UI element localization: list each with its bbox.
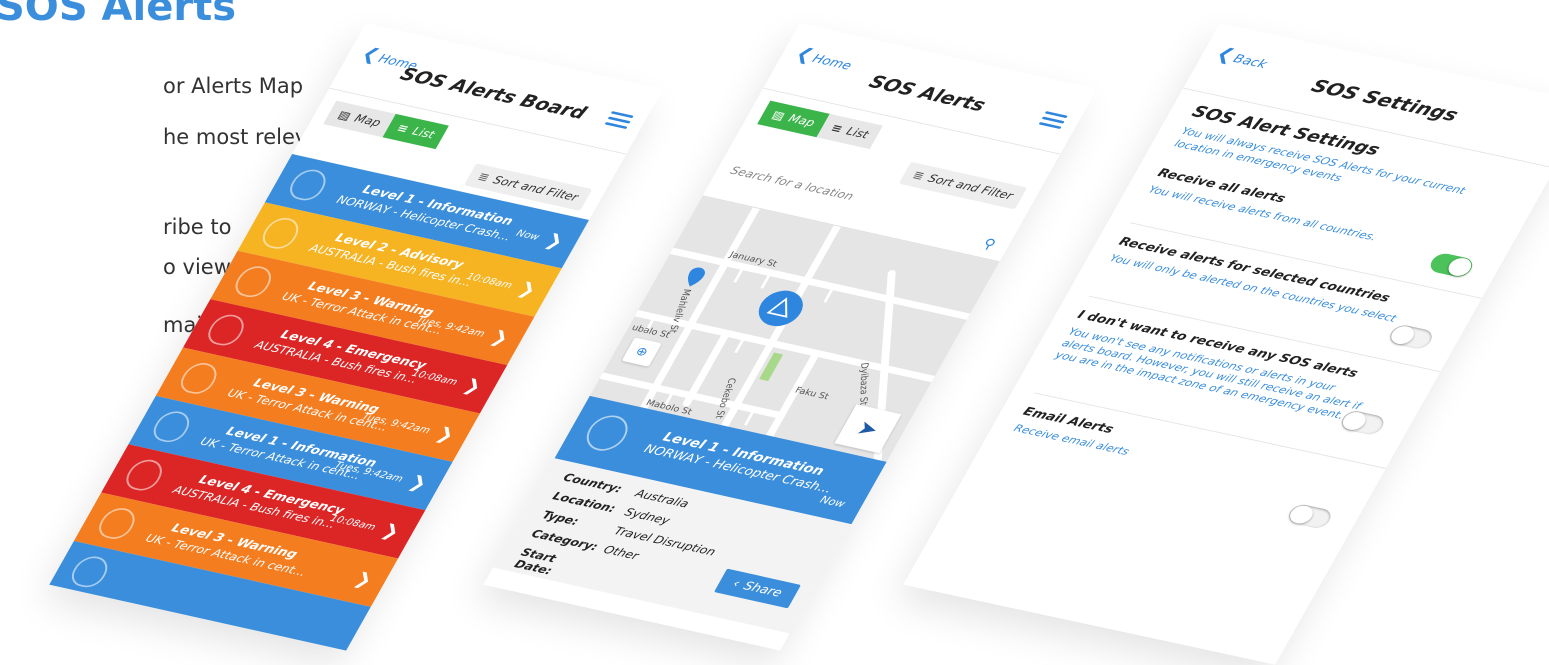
marketing-line: or Alerts Map: [163, 74, 304, 98]
chevron-right-icon: ❯: [378, 519, 404, 542]
chevron-right-icon: ❯: [432, 422, 459, 445]
list-icon: ≡: [828, 121, 846, 136]
selected-countries-toggle[interactable]: [1386, 323, 1436, 351]
alert-type-icon: [284, 166, 332, 204]
alert-type-icon: [229, 263, 278, 300]
location-pin-icon[interactable]: [683, 266, 708, 288]
alert-type-icon: [66, 553, 114, 590]
alert-type-icon: [148, 408, 196, 445]
map-icon: ▨: [769, 108, 788, 123]
chevron-right-icon: ❯: [405, 471, 432, 494]
chevron-right-icon: ❯: [514, 277, 541, 300]
alert-type-icon: [93, 505, 141, 542]
marketing-line: o view: [163, 255, 231, 279]
alert-time: Tues, 9:42am: [359, 410, 433, 436]
page-title: SOS Settings: [1307, 75, 1463, 126]
marketing-line: ribe to: [163, 215, 232, 239]
chevron-right-icon: ❯: [542, 229, 568, 252]
chevron-right-icon: ❯: [351, 568, 377, 591]
alert-time: 10:08am: [409, 367, 460, 388]
filter-icon: ≣: [910, 168, 927, 183]
detail-label: Start Date:: [511, 546, 559, 578]
alert-type-icon: [257, 214, 305, 252]
setting-row-email: Email Alerts Receive email alerts: [1011, 405, 1325, 498]
search-input[interactable]: Search for a location: [728, 165, 856, 204]
chevron-right-icon: ❯: [487, 326, 514, 349]
alert-time: Tues, 9:42am: [414, 314, 488, 340]
filter-icon: ≣: [475, 170, 492, 185]
list-toggle-button[interactable]: ≡ List: [816, 113, 884, 150]
tornado-icon: [579, 411, 635, 455]
detail-value: Sydney: [622, 506, 672, 528]
share-label: Share: [740, 579, 785, 600]
detail-value: Other: [600, 543, 641, 563]
alert-time: 10:08am: [464, 270, 515, 291]
alert-type-icon: [175, 360, 223, 397]
alert-time: Now: [817, 493, 848, 510]
marketing-heading: SOS Alerts: [0, 0, 236, 30]
map-icon: ▨: [335, 108, 354, 123]
list-toggle-label: List: [409, 125, 437, 142]
map-toggle-label: Map: [351, 112, 384, 130]
alert-type-icon: [202, 311, 250, 349]
email-alerts-toggle[interactable]: [1285, 502, 1335, 530]
alert-type-icon: [120, 456, 169, 494]
street-label: Faku St: [793, 386, 831, 402]
chevron-right-icon: ❯: [460, 374, 486, 397]
alert-time: 10:08am: [327, 512, 378, 533]
search-icon[interactable]: ⚲: [980, 235, 999, 252]
list-icon: ≡: [394, 121, 412, 136]
detail-row: Start Date:: [512, 546, 597, 585]
list-toggle-button[interactable]: ≡ List: [382, 113, 450, 150]
alert-time: Now: [514, 227, 542, 243]
list-toggle-label: List: [843, 125, 871, 142]
detail-value: Australia: [632, 487, 691, 511]
street-label: Dyibaza St: [857, 362, 869, 406]
share-icon: ‹: [730, 577, 743, 591]
map-toggle-label: Map: [785, 112, 818, 130]
sort-filter-label: Sort and Filter: [925, 172, 1016, 203]
setting-row-selected-countries: Receive alerts for selected countries Yo…: [1107, 235, 1421, 328]
sort-filter-label: Sort and Filter: [490, 173, 581, 204]
